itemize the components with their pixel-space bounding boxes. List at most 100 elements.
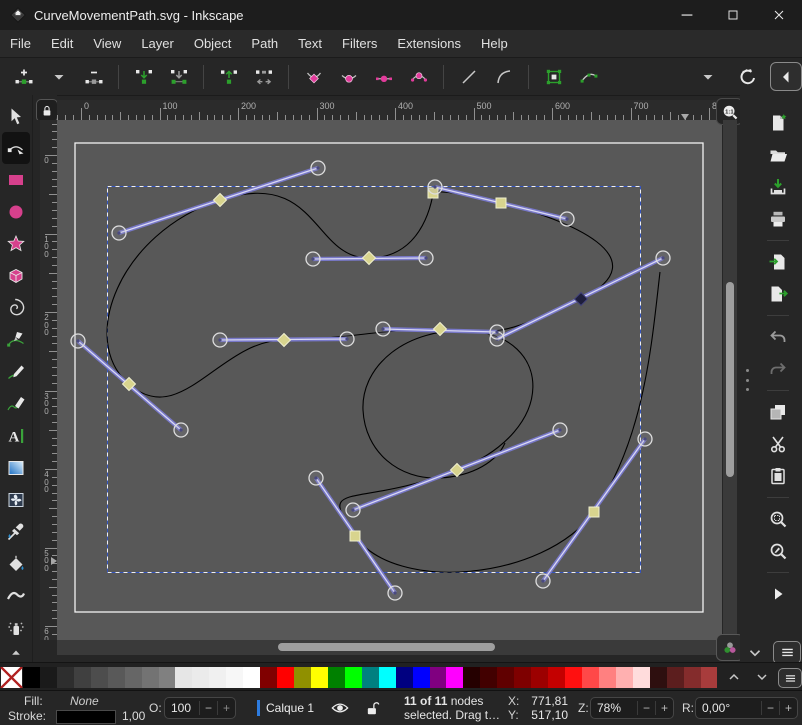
palette-swatch[interactable] bbox=[633, 667, 650, 688]
zoom-decrease-button[interactable]: − bbox=[637, 701, 655, 715]
palette-swatch[interactable] bbox=[480, 667, 497, 688]
menu-object[interactable]: Object bbox=[184, 32, 242, 55]
pencil-tool[interactable] bbox=[2, 356, 30, 388]
stroke-width-value[interactable]: 1,00 bbox=[122, 709, 145, 723]
control-handle[interactable] bbox=[560, 212, 574, 226]
control-handle[interactable] bbox=[71, 334, 85, 348]
duplicate-button[interactable] bbox=[764, 398, 792, 426]
segment-curve-button[interactable] bbox=[488, 62, 519, 91]
palette-swatch[interactable] bbox=[497, 667, 514, 688]
palette-swatch-none[interactable] bbox=[0, 667, 23, 688]
palette-swatch[interactable] bbox=[192, 667, 209, 688]
redo-button[interactable] bbox=[764, 355, 792, 383]
drawing-canvas[interactable] bbox=[57, 120, 722, 640]
insert-node-button[interactable] bbox=[8, 62, 39, 91]
menu-edit[interactable]: Edit bbox=[41, 32, 83, 55]
path-node-square[interactable] bbox=[496, 198, 506, 208]
palette-swatch[interactable] bbox=[446, 667, 463, 688]
dropper-tool[interactable] bbox=[2, 516, 30, 548]
stroke-color-swatch[interactable] bbox=[56, 710, 116, 724]
rotation-value[interactable]: 0,00° bbox=[696, 701, 761, 715]
control-handle[interactable] bbox=[213, 333, 227, 347]
control-handle[interactable] bbox=[388, 586, 402, 600]
rotation-spinbox[interactable]: 0,00° − + bbox=[695, 697, 798, 719]
print-document-button[interactable] bbox=[764, 205, 792, 233]
palette-swatch[interactable] bbox=[616, 667, 633, 688]
node-tool[interactable] bbox=[2, 132, 30, 164]
palette-swatch[interactable] bbox=[175, 667, 192, 688]
smooth-node-button[interactable] bbox=[333, 62, 364, 91]
menu-filters[interactable]: Filters bbox=[332, 32, 387, 55]
control-handle[interactable] bbox=[553, 423, 567, 437]
export-image-button[interactable] bbox=[764, 280, 792, 308]
control-handle[interactable] bbox=[419, 251, 433, 265]
show-transform-handles-button[interactable] bbox=[731, 62, 762, 91]
delete-node-button[interactable] bbox=[78, 62, 109, 91]
rotation-decrease-button[interactable]: − bbox=[761, 701, 779, 715]
menu-path[interactable]: Path bbox=[241, 32, 288, 55]
palette-swatch[interactable] bbox=[701, 667, 718, 688]
canvas-viewport[interactable] bbox=[57, 120, 722, 640]
palette-scroll-up-button[interactable] bbox=[722, 666, 746, 688]
control-handle[interactable] bbox=[656, 251, 670, 265]
path-node-square[interactable] bbox=[350, 531, 360, 541]
menu-view[interactable]: View bbox=[83, 32, 131, 55]
lock-guides-button[interactable] bbox=[36, 99, 58, 122]
palette-swatch[interactable] bbox=[650, 667, 667, 688]
symmetric-node-button[interactable] bbox=[368, 62, 399, 91]
layer-lock-toggle[interactable] bbox=[362, 698, 382, 718]
collapse-toolbar-button[interactable] bbox=[770, 62, 802, 91]
layer-visibility-toggle[interactable] bbox=[330, 698, 350, 718]
paint-bucket-tool[interactable] bbox=[2, 548, 30, 580]
horizontal-scrollbar-thumb[interactable] bbox=[278, 643, 495, 651]
join-nodes-button[interactable] bbox=[128, 62, 159, 91]
tweak-tool[interactable] bbox=[2, 580, 30, 612]
corner-node-button[interactable] bbox=[298, 62, 329, 91]
selector-tool[interactable] bbox=[2, 100, 30, 132]
palette-swatch[interactable] bbox=[396, 667, 413, 688]
palette-swatch[interactable] bbox=[345, 667, 362, 688]
open-document-button[interactable] bbox=[764, 141, 792, 169]
current-layer-selector[interactable]: Calque 1 bbox=[266, 701, 314, 715]
zoom-drawing-button[interactable] bbox=[764, 537, 792, 565]
menu-extensions[interactable]: Extensions bbox=[387, 32, 471, 55]
break-nodes-button[interactable] bbox=[213, 62, 244, 91]
palette-swatch[interactable] bbox=[463, 667, 480, 688]
insert-node-options-button[interactable] bbox=[43, 62, 74, 91]
zoom-increase-button[interactable]: + bbox=[655, 701, 673, 715]
pen-tool[interactable] bbox=[2, 324, 30, 356]
horizontal-ruler[interactable]: 0100200300400500600700800 bbox=[57, 100, 722, 120]
close-button[interactable] bbox=[756, 0, 802, 30]
segment-line-button[interactable] bbox=[453, 62, 484, 91]
mesh-gradient-tool[interactable] bbox=[2, 484, 30, 516]
palette-swatch[interactable] bbox=[40, 667, 57, 688]
import-image-button[interactable] bbox=[764, 248, 792, 276]
zoom-selection-button[interactable] bbox=[764, 505, 792, 533]
box-3d-tool[interactable] bbox=[2, 260, 30, 292]
fill-value[interactable]: None bbox=[70, 694, 99, 708]
opacity-value[interactable]: 100 bbox=[165, 701, 199, 715]
opacity-spinbox[interactable]: 100 − + bbox=[164, 697, 236, 719]
opacity-increase-button[interactable]: + bbox=[217, 701, 235, 715]
palette-swatch[interactable] bbox=[294, 667, 311, 688]
spray-tool[interactable] bbox=[2, 612, 30, 644]
spiral-tool[interactable] bbox=[2, 292, 30, 324]
palette-swatch[interactable] bbox=[108, 667, 125, 688]
vertical-ruler[interactable]: 01 0 02 0 03 0 04 0 05 0 06 0 0 bbox=[40, 120, 57, 640]
palette-swatch[interactable] bbox=[684, 667, 701, 688]
object-to-path-button[interactable] bbox=[538, 62, 569, 91]
control-handle[interactable] bbox=[174, 423, 188, 437]
zoom-spinbox[interactable]: 78% − + bbox=[590, 697, 674, 719]
control-handle[interactable] bbox=[490, 325, 504, 339]
control-handle[interactable] bbox=[340, 332, 354, 346]
palette-swatch[interactable] bbox=[582, 667, 599, 688]
control-handle[interactable] bbox=[311, 161, 325, 175]
auto-smooth-node-button[interactable] bbox=[403, 62, 434, 91]
palette-swatch[interactable] bbox=[514, 667, 531, 688]
palette-swatch[interactable] bbox=[413, 667, 430, 688]
palette-swatch[interactable] bbox=[548, 667, 565, 688]
horizontal-scrollbar[interactable] bbox=[57, 640, 723, 655]
control-handle[interactable] bbox=[428, 180, 442, 194]
more-tools[interactable] bbox=[2, 644, 30, 662]
palette-swatch[interactable] bbox=[565, 667, 582, 688]
